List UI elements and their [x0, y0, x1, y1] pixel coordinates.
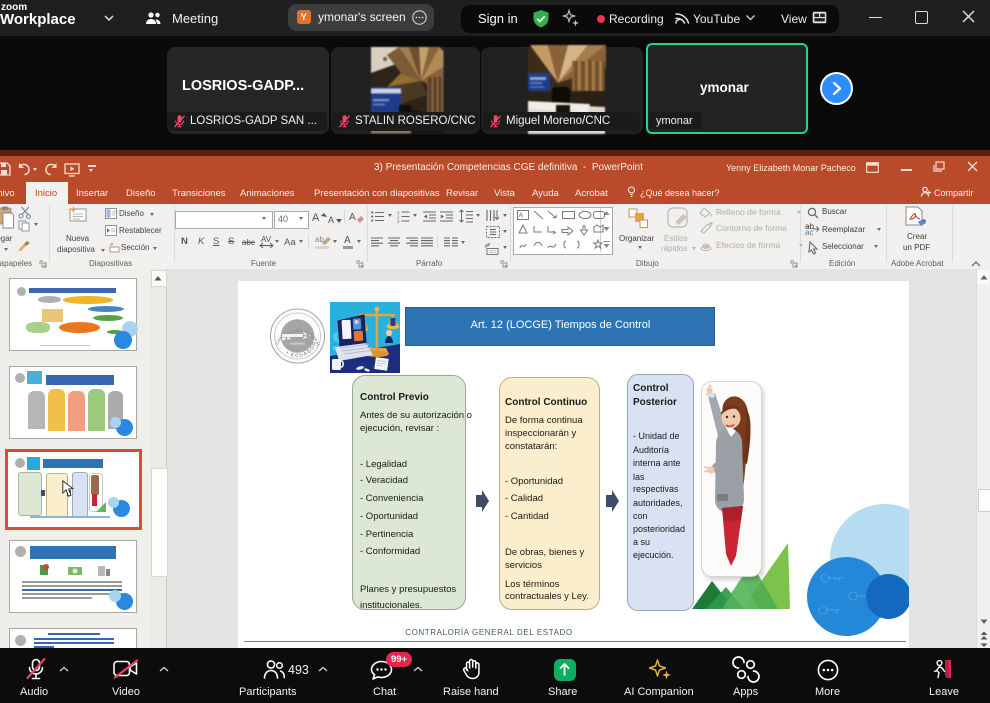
svg-text:A: A — [519, 212, 524, 219]
